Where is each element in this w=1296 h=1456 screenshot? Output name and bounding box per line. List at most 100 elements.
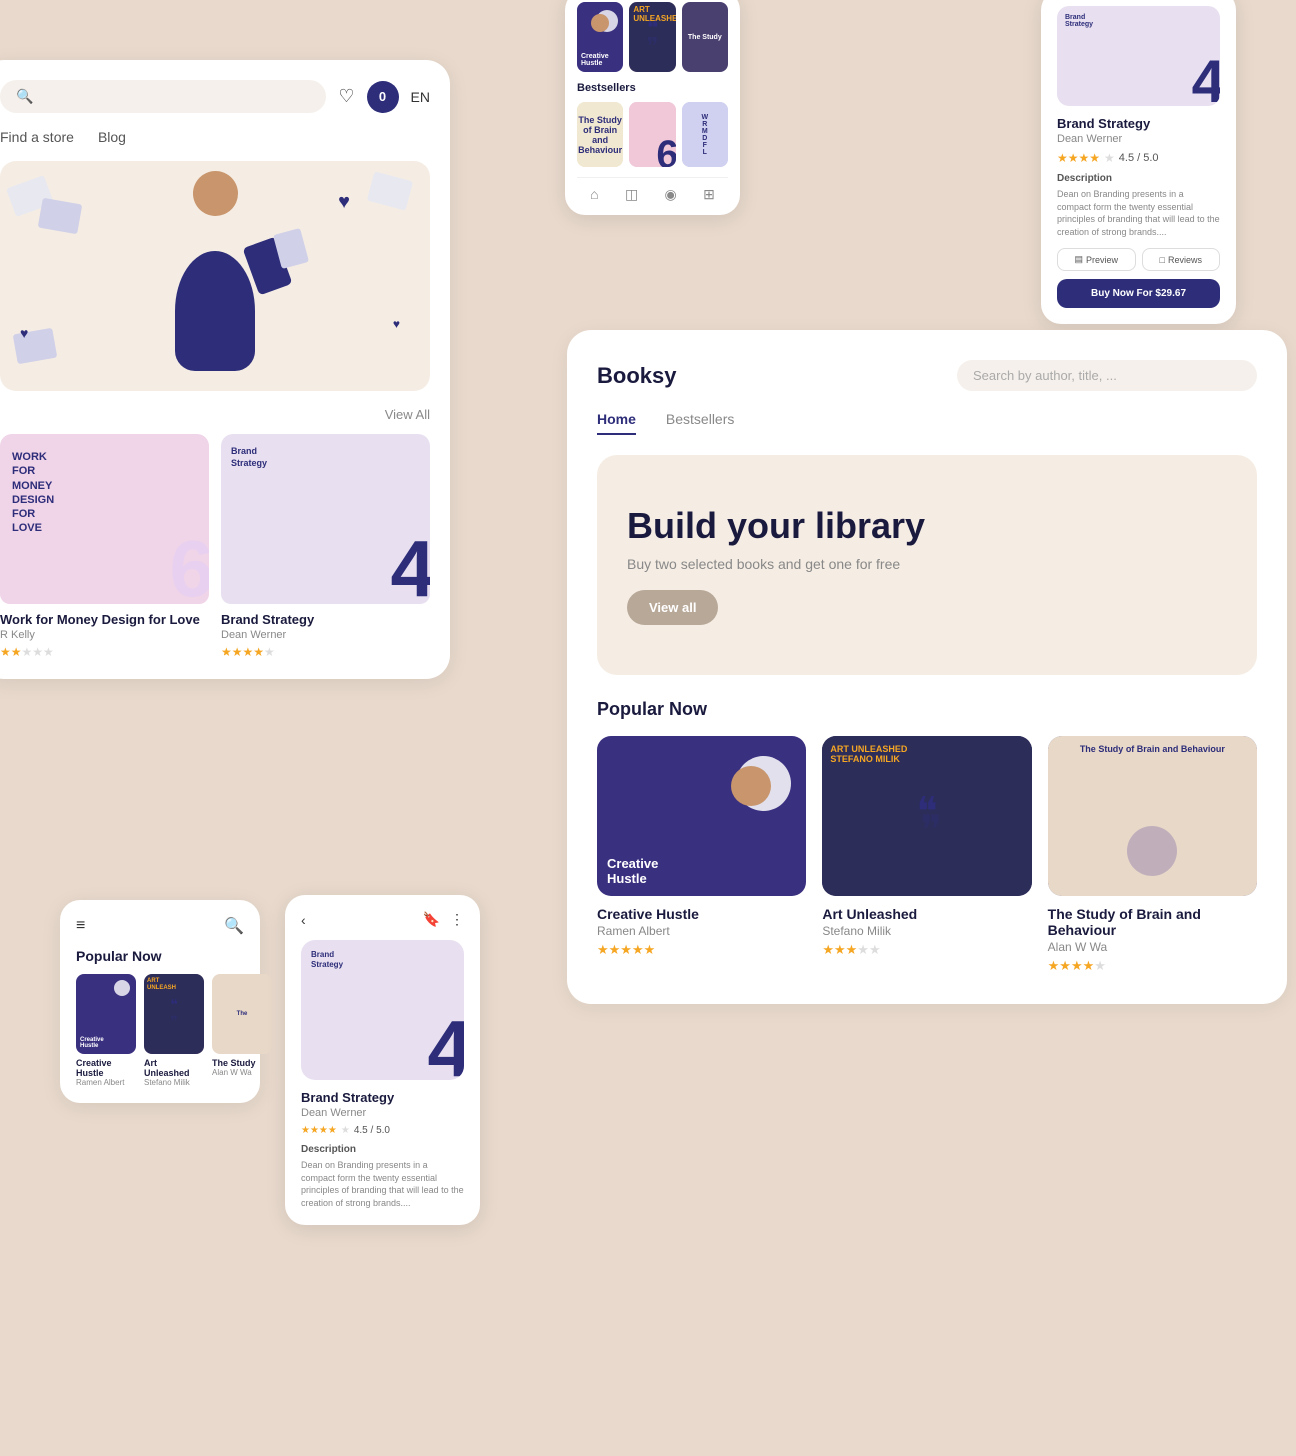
hamburger-menu[interactable]: ≡ (76, 917, 85, 935)
language-button[interactable]: EN (411, 89, 430, 105)
tc-book-third[interactable]: The Study (682, 2, 728, 72)
bl-header: ≡ 🔍 (76, 916, 244, 936)
detail-rating: ★★★★★ 4.5 / 5.0 (1057, 151, 1220, 165)
bl-book-cover-1: CreativeHustle (76, 974, 136, 1054)
quote-close-lg: ❞ (921, 807, 943, 854)
deco-book-3 (367, 171, 413, 210)
bdb-nav: ‹ 🔖 ⋮ (301, 911, 464, 928)
book-detail-card-top: BrandStrategy 4 Brand Strategy Dean Wern… (1041, 0, 1236, 324)
view-all-link[interactable]: View All (385, 407, 430, 422)
bl-book-card-2[interactable]: ARTUNLEASH ❝ ❞ Art Unleashed Stefano Mil… (144, 974, 204, 1087)
bl-popular-title: Popular Now (76, 948, 244, 964)
popular-book-author-3: Alan W Wa (1048, 940, 1257, 954)
cart-button[interactable]: 0 (367, 81, 399, 113)
nav-home-tab[interactable]: Home (597, 411, 636, 435)
hero-title: Build your library (627, 505, 925, 547)
hero-banner: ♥ ♥ ♥ (0, 161, 430, 391)
person-head (193, 171, 238, 216)
popular-now-title: Popular Now (597, 699, 1257, 720)
back-button[interactable]: ‹ (301, 912, 306, 928)
preview-label: Preview (1086, 255, 1118, 265)
preview-icon: ▤ (1074, 254, 1083, 265)
tc-book-art-unleashed[interactable]: ARTUNLEASHED ❝ ❞ (629, 2, 675, 72)
hero-text: Build your library Buy two selected book… (627, 505, 925, 626)
search-icon: 🔍 (16, 88, 33, 105)
bl-circle (114, 980, 130, 996)
more-button[interactable]: ⋮ (450, 911, 464, 928)
bs-label: The Study of Brain and Behaviour (577, 111, 623, 159)
deco-num: 6 (656, 135, 675, 167)
bl-quote-close: ❞ (170, 1014, 178, 1031)
desktop-search[interactable]: Search by author, title, ... (957, 360, 1257, 391)
bl-book-cover-3: The (212, 974, 272, 1054)
bl-book-author-2: Stefano Milik (144, 1078, 204, 1087)
bs-book-2[interactable]: 6 (629, 102, 675, 167)
cover-inner: ART UNLEASHEDSTEFANO MILIK ❝ ❞ (822, 736, 1031, 896)
deco-heart-3: ♥ (393, 317, 400, 331)
preview-button[interactable]: ▤ Preview (1057, 248, 1136, 271)
nav-grid[interactable]: ⊞ (703, 186, 715, 203)
description-text: Dean on Branding presents in a compact f… (1057, 188, 1220, 238)
popular-book-art-unleashed[interactable]: ART UNLEASHEDSTEFANO MILIK ❝ ❞ Art Unlea… (822, 736, 1031, 974)
reviews-button[interactable]: □ Reviews (1142, 248, 1221, 271)
bl-book-title-3: The Study (212, 1058, 272, 1068)
find-store-link[interactable]: Find a store (0, 129, 74, 145)
bl-book-title-1: Creative Hustle (76, 1058, 136, 1078)
view-all-row: View All (0, 407, 430, 422)
bl-book-info-2: Art Unleashed Stefano Milik (144, 1058, 204, 1087)
pb-cover-art-unleashed: ART UNLEASHEDSTEFANO MILIK ❝ ❞ (822, 736, 1031, 896)
desktop-nav: Home Bestsellers (597, 411, 1257, 435)
books-grid: WORKFORMONEYDESIGNFORLOVE 6 Work for Mon… (0, 434, 430, 659)
wishlist-button[interactable]: ♡ (338, 86, 354, 107)
work-money-title: WORKFORMONEYDESIGNFORLOVE (12, 450, 54, 536)
bestsellers-title: Bestsellers (577, 82, 728, 94)
detail-actions: ▤ Preview □ Reviews (1057, 248, 1220, 271)
mobile-card-topcenter: CreativeHustle ARTUNLEASHED ❝ ❞ The Stud… (565, 0, 740, 215)
nav-home[interactable]: ⌂ (590, 186, 598, 203)
person-body (175, 251, 255, 371)
bl-book-info-1: Creative Hustle Ramen Albert (76, 1058, 136, 1087)
bl-book-card-3[interactable]: The The Study Alan W Wa (212, 974, 272, 1087)
bl-book-info-3: The Study Alan W Wa (212, 1058, 272, 1077)
cover-inner: CreativeHustle (577, 2, 623, 72)
bl-quote-open: ❝ (170, 997, 178, 1014)
nav-bestsellers-tab[interactable]: Bestsellers (666, 411, 734, 435)
nav-bookmark[interactable]: ◫ (625, 186, 638, 203)
bdb-book-cover: BrandStrategy 4 (301, 940, 464, 1080)
book-stars: ★★★★★ (0, 645, 209, 659)
tc-book-creative-hustle[interactable]: CreativeHustle (577, 2, 623, 72)
desktop-header: Booksy Search by author, title, ... (597, 360, 1257, 391)
bookmark-button[interactable]: 🔖 (423, 911, 440, 928)
blog-link[interactable]: Blog (98, 129, 126, 145)
au-label: ARTUNLEASHED (633, 6, 675, 24)
search-bar[interactable]: 🔍 (0, 80, 326, 113)
popular-books-row: CreativeHustle Creative Hustle Ramen Alb… (597, 736, 1257, 974)
book-card-brand-strategy[interactable]: BrandStrategy 4 Brand Strategy Dean Wern… (221, 434, 430, 659)
deco-number: 6 (170, 529, 210, 604)
bs-book-3[interactable]: WRMDFL (682, 102, 728, 167)
bdb-brand-text: BrandStrategy (311, 950, 343, 971)
cover: WRMDFL (682, 102, 728, 167)
buy-button[interactable]: Buy Now For $29.67 (1057, 279, 1220, 308)
book-stars-2: ★★★★★ (221, 645, 430, 659)
hero-view-all-button[interactable]: View all (627, 590, 718, 625)
tc-bestseller-row: The Study of Brain and Behaviour 6 WRMDF… (577, 102, 728, 167)
book-card-work-money[interactable]: WORKFORMONEYDESIGNFORLOVE 6 Work for Mon… (0, 434, 209, 659)
popular-book-study[interactable]: The Study of Brain and Behaviour The Stu… (1048, 736, 1257, 974)
popular-book-stars-2: ★★★★★ (822, 942, 1031, 958)
bl-book-card-1[interactable]: CreativeHustle Creative Hustle Ramen Alb… (76, 974, 136, 1087)
nav-discover[interactable]: ◉ (665, 186, 677, 203)
bl-ch-label: CreativeHustle (80, 1037, 104, 1050)
bdb-big-num: 4 (428, 1003, 465, 1080)
tc-books-row: CreativeHustle ARTUNLEASHED ❝ ❞ The Stud… (577, 2, 728, 72)
cover-content: ART UNLEASHEDSTEFANO MILIK ❝ ❞ (822, 736, 1031, 896)
study-deco (1127, 826, 1177, 876)
bl-search-button[interactable]: 🔍 (224, 916, 244, 936)
book-title-2: Brand Strategy (221, 612, 430, 627)
detail-brand-text: BrandStrategy (1065, 14, 1093, 28)
cover-inner: ARTUNLEASHED ❝ ❞ (629, 2, 675, 72)
bdb-rating: ★★★★★ 4.5 / 5.0 (301, 1125, 464, 1136)
bs-book-1[interactable]: The Study of Brain and Behaviour (577, 102, 623, 167)
stars: ★★★★ (1057, 151, 1100, 165)
popular-book-creative-hustle[interactable]: CreativeHustle Creative Hustle Ramen Alb… (597, 736, 806, 974)
